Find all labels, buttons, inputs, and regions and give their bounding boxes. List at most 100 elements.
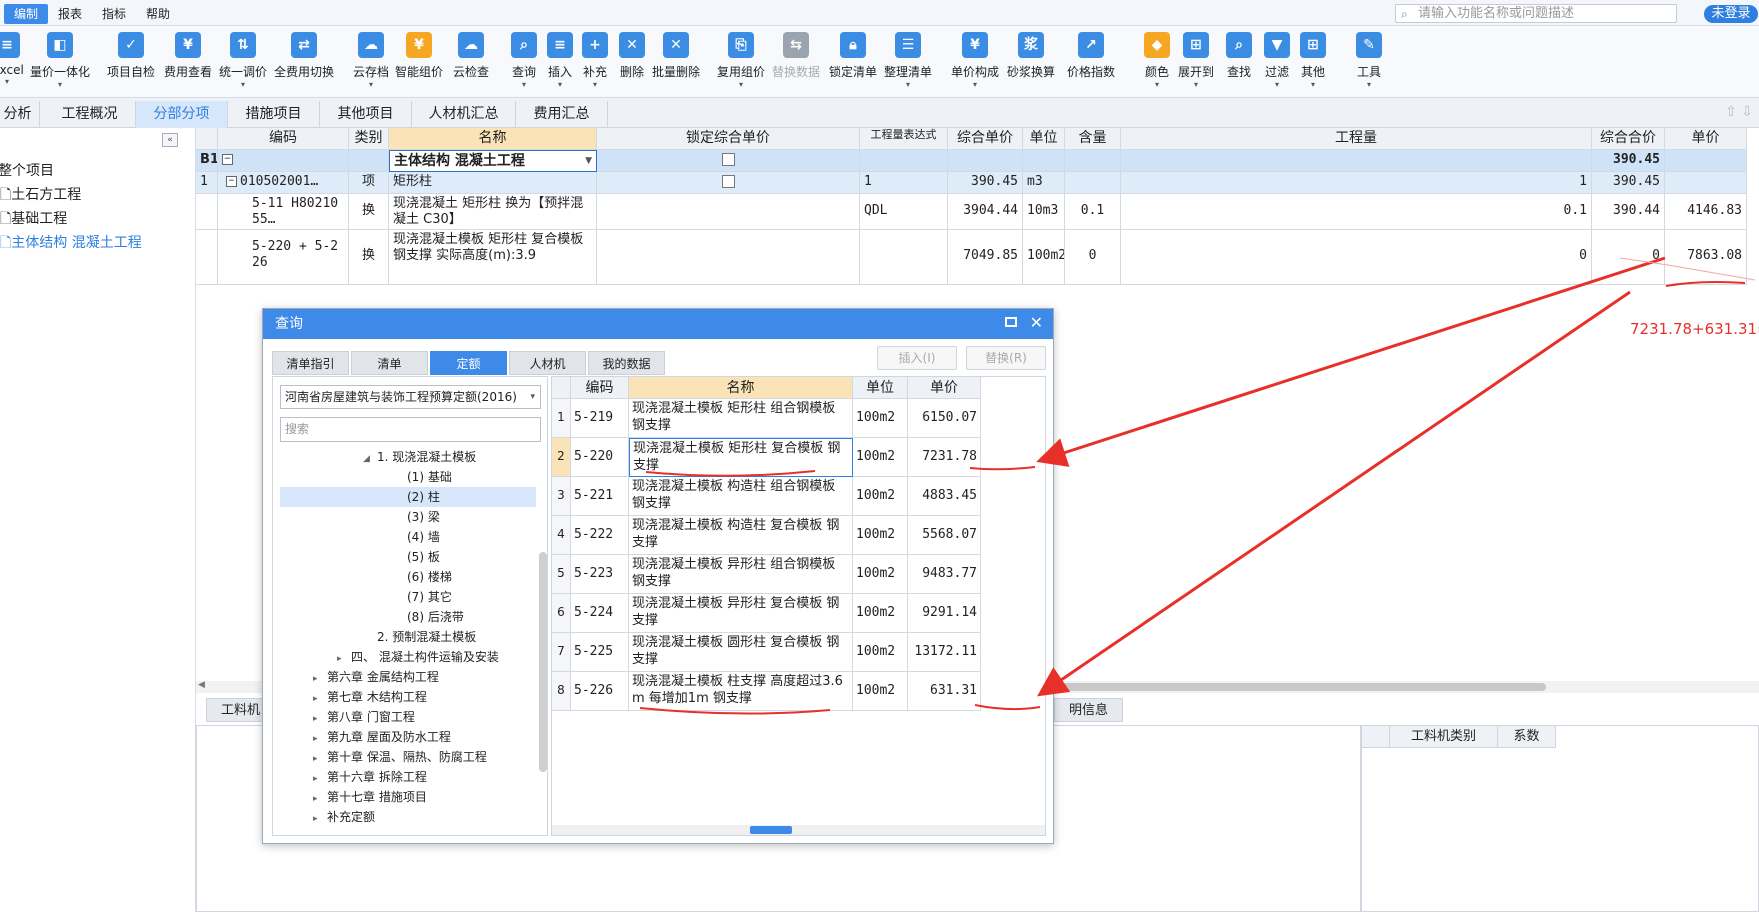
toolbar-replace-data-button[interactable]: ⇆ 替换数据 — [771, 32, 821, 80]
tree-node[interactable]: ▸ 四、 混凝土构件运输及安装 — [337, 647, 499, 667]
menu-indicator[interactable]: 指标 — [92, 4, 136, 24]
toolbar-filter-button[interactable]: ▼ 过滤 ▾ — [1262, 32, 1292, 90]
tree-node-selected[interactable]: (2) 柱 — [280, 487, 536, 507]
move-arrows[interactable]: ⇧ ⇩ — [1725, 104, 1753, 120]
tab-analysis[interactable]: 分析 — [0, 101, 40, 128]
arrow-down-icon[interactable]: ⇩ — [1741, 104, 1753, 120]
tree-node[interactable]: ▸ 第七章 木结构工程 — [313, 687, 427, 707]
collapsed-triangle-icon[interactable]: ▸ — [313, 669, 327, 689]
tree-node-whole-project[interactable]: 整个项目 — [0, 160, 54, 180]
toolbar-query-button[interactable]: ⌕ 查询 ▾ — [509, 32, 539, 90]
toolbar-quantity-price-button[interactable]: ◧ 量价一体化 ▾ — [28, 32, 92, 90]
col-header-lock-price[interactable]: 锁定综合单价 — [597, 128, 860, 150]
dialog-title-bar[interactable]: 查询 — [263, 309, 1053, 339]
toolbar-mortar-convert-button[interactable]: 浆砂浆换算 — [1006, 32, 1056, 80]
toolbar-cloud-save-button[interactable]: ☁ 云存档 ▾ — [352, 32, 390, 90]
tree-node[interactable]: (8) 后浇带 — [407, 607, 464, 627]
tree-node[interactable]: (1) 基础 — [407, 467, 452, 487]
tab-overview[interactable]: 工程概况 — [44, 101, 136, 128]
scrollbar-thumb[interactable] — [539, 552, 547, 772]
toolbar-project-check-button[interactable]: ✓ 项目自检 — [106, 32, 156, 80]
col-header-code[interactable]: 编码 — [218, 128, 349, 150]
col-header-price[interactable]: 单价 — [908, 377, 981, 399]
tree-node[interactable]: (6) 楼梯 — [407, 567, 452, 587]
tab-measures[interactable]: 措施项目 — [228, 101, 320, 128]
toolbar-unit-price-button[interactable]: ¥ 单价构成 ▾ — [950, 32, 1000, 90]
replace-button[interactable]: 替换(R) — [966, 346, 1046, 370]
tree-node[interactable]: ▸ 第十章 保温、隔热、防腐工程 — [313, 747, 487, 767]
tree-node-main-structure[interactable]: 🗋︎主体结构 混凝土工程 — [0, 232, 142, 256]
scroll-left-icon[interactable]: ◀ — [198, 680, 205, 690]
menu-edit[interactable]: 编制 — [4, 4, 49, 24]
menu-report[interactable]: 报表 — [48, 4, 92, 24]
col-header-price[interactable]: 单价 — [1665, 128, 1747, 150]
collapsed-triangle-icon[interactable]: ▸ — [313, 689, 327, 709]
tree-node[interactable]: (7) 其它 — [407, 587, 452, 607]
table-horizontal-scrollbar[interactable] — [552, 825, 1045, 835]
toolbar-insert-button[interactable]: ≡ 插入 ▾ — [545, 32, 575, 90]
collapsed-triangle-icon[interactable]: ▸ — [313, 709, 327, 729]
collapsed-triangle-icon[interactable]: ▸ — [337, 649, 351, 669]
col-header-unit[interactable]: 单位 — [853, 377, 908, 399]
toolbar-other-button[interactable]: ⊞ 其他 ▾ — [1298, 32, 1328, 90]
tab-detail-info[interactable]: 明信息 — [1054, 698, 1124, 722]
toolbar-excel-button[interactable]: ≡Excel▾ — [0, 32, 24, 87]
collapsed-triangle-icon[interactable]: ▸ — [313, 789, 327, 809]
quota-library-select[interactable]: 河南省房屋建筑与装饰工程预算定额(2016) ▾ — [280, 385, 541, 409]
toolbar-smart-price-button[interactable]: ¥ 智能组价 — [394, 32, 444, 80]
tab-list[interactable]: 清单 — [351, 351, 428, 375]
tree-node[interactable]: ▸ 补充定额 — [313, 807, 375, 827]
tree-node[interactable]: (4) 墙 — [407, 527, 440, 547]
col-header-material-type[interactable]: 工料机类别 — [1390, 726, 1498, 748]
toolbar-reuse-price-button[interactable]: ⎘ 复用组价 ▾ — [716, 32, 766, 90]
collapsed-triangle-icon[interactable]: ▸ — [313, 769, 327, 789]
toolbar-batch-delete-button[interactable]: ✕ 批量删除 — [651, 32, 701, 80]
tab-labor-material-machine[interactable]: 人材机 — [509, 351, 586, 375]
tree-node-foundation[interactable]: 🗋︎基础工程 — [0, 208, 67, 232]
arrow-up-icon[interactable]: ⇧ — [1725, 104, 1737, 120]
toolbar-price-index-button[interactable]: ↗ 价格指数 — [1066, 32, 1116, 80]
tree-node[interactable]: ▸ 第十七章 措施项目 — [313, 787, 427, 807]
tree-node[interactable]: ▸ 第十六章 拆除工程 — [313, 767, 427, 787]
col-header-total[interactable]: 综合合价 — [1592, 128, 1665, 150]
quota-search-input[interactable]: 搜索 — [280, 417, 541, 442]
lock-price-checkbox[interactable] — [721, 153, 735, 166]
insert-button[interactable]: 插入(I) — [877, 346, 957, 370]
tree-vertical-scrollbar[interactable] — [539, 457, 547, 827]
login-button[interactable]: 未登录 — [1704, 5, 1758, 23]
col-header-content[interactable]: 含量 — [1065, 128, 1121, 150]
col-header-quantity[interactable]: 工程量 — [1121, 128, 1592, 150]
toolbar-expand-button[interactable]: ⊞ 展开到 ▾ — [1176, 32, 1216, 90]
toolbar-cloud-check-button[interactable]: ☁ 云检查 — [452, 32, 490, 80]
tree-node-earthwork[interactable]: 🗋︎土石方工程 — [0, 184, 81, 208]
dropdown-arrow-icon[interactable]: ▼ — [585, 153, 592, 169]
collapse-tree-button[interactable]: « — [162, 133, 178, 147]
grid-name-cell[interactable]: 主体结构 混凝土工程 ▼ — [389, 150, 597, 172]
tab-my-data[interactable]: 我的数据 — [588, 351, 665, 375]
toolbar-organize-list-button[interactable]: ☰ 整理清单 ▾ — [883, 32, 933, 90]
scrollbar-thumb[interactable] — [750, 826, 792, 834]
collapse-icon[interactable]: − — [222, 154, 233, 165]
tree-node[interactable]: (5) 板 — [407, 547, 440, 567]
expanded-triangle-icon[interactable]: ◢ — [363, 449, 377, 469]
function-search-input[interactable]: ⌕ 请输入功能名称或问题描述 — [1395, 4, 1677, 23]
collapsed-triangle-icon[interactable]: ▸ — [313, 749, 327, 769]
tree-node[interactable]: ▸ 第六章 金属结构工程 — [313, 667, 439, 687]
toolbar-color-button[interactable]: ◆ 颜色 ▾ — [1142, 32, 1172, 90]
col-header-unit-price[interactable]: 综合单价 — [948, 128, 1023, 150]
tab-list-guide[interactable]: 清单指引 — [272, 351, 349, 375]
collapsed-triangle-icon[interactable]: ▸ — [313, 809, 327, 829]
toolbar-full-fee-switch-button[interactable]: ⇄ 全费用切换 — [273, 32, 335, 80]
tree-node[interactable]: ▸ 第八章 门窗工程 — [313, 707, 415, 727]
tab-divisional-items[interactable]: 分部分项 — [136, 101, 228, 128]
menu-help[interactable]: 帮助 — [136, 4, 180, 24]
col-header-name[interactable]: 名称 — [629, 377, 853, 399]
col-header-coefficient[interactable]: 系数 — [1498, 726, 1556, 748]
toolbar-fee-view-button[interactable]: ¥ 费用查看 — [163, 32, 213, 80]
col-header-name[interactable]: 名称 — [389, 128, 597, 150]
toolbar-supplement-button[interactable]: + 补充 ▾ — [580, 32, 610, 90]
lock-price-checkbox[interactable] — [721, 175, 735, 188]
tab-quota[interactable]: 定额 — [430, 351, 507, 375]
collapsed-triangle-icon[interactable]: ▸ — [313, 729, 327, 749]
tab-other-items[interactable]: 其他项目 — [320, 101, 412, 128]
